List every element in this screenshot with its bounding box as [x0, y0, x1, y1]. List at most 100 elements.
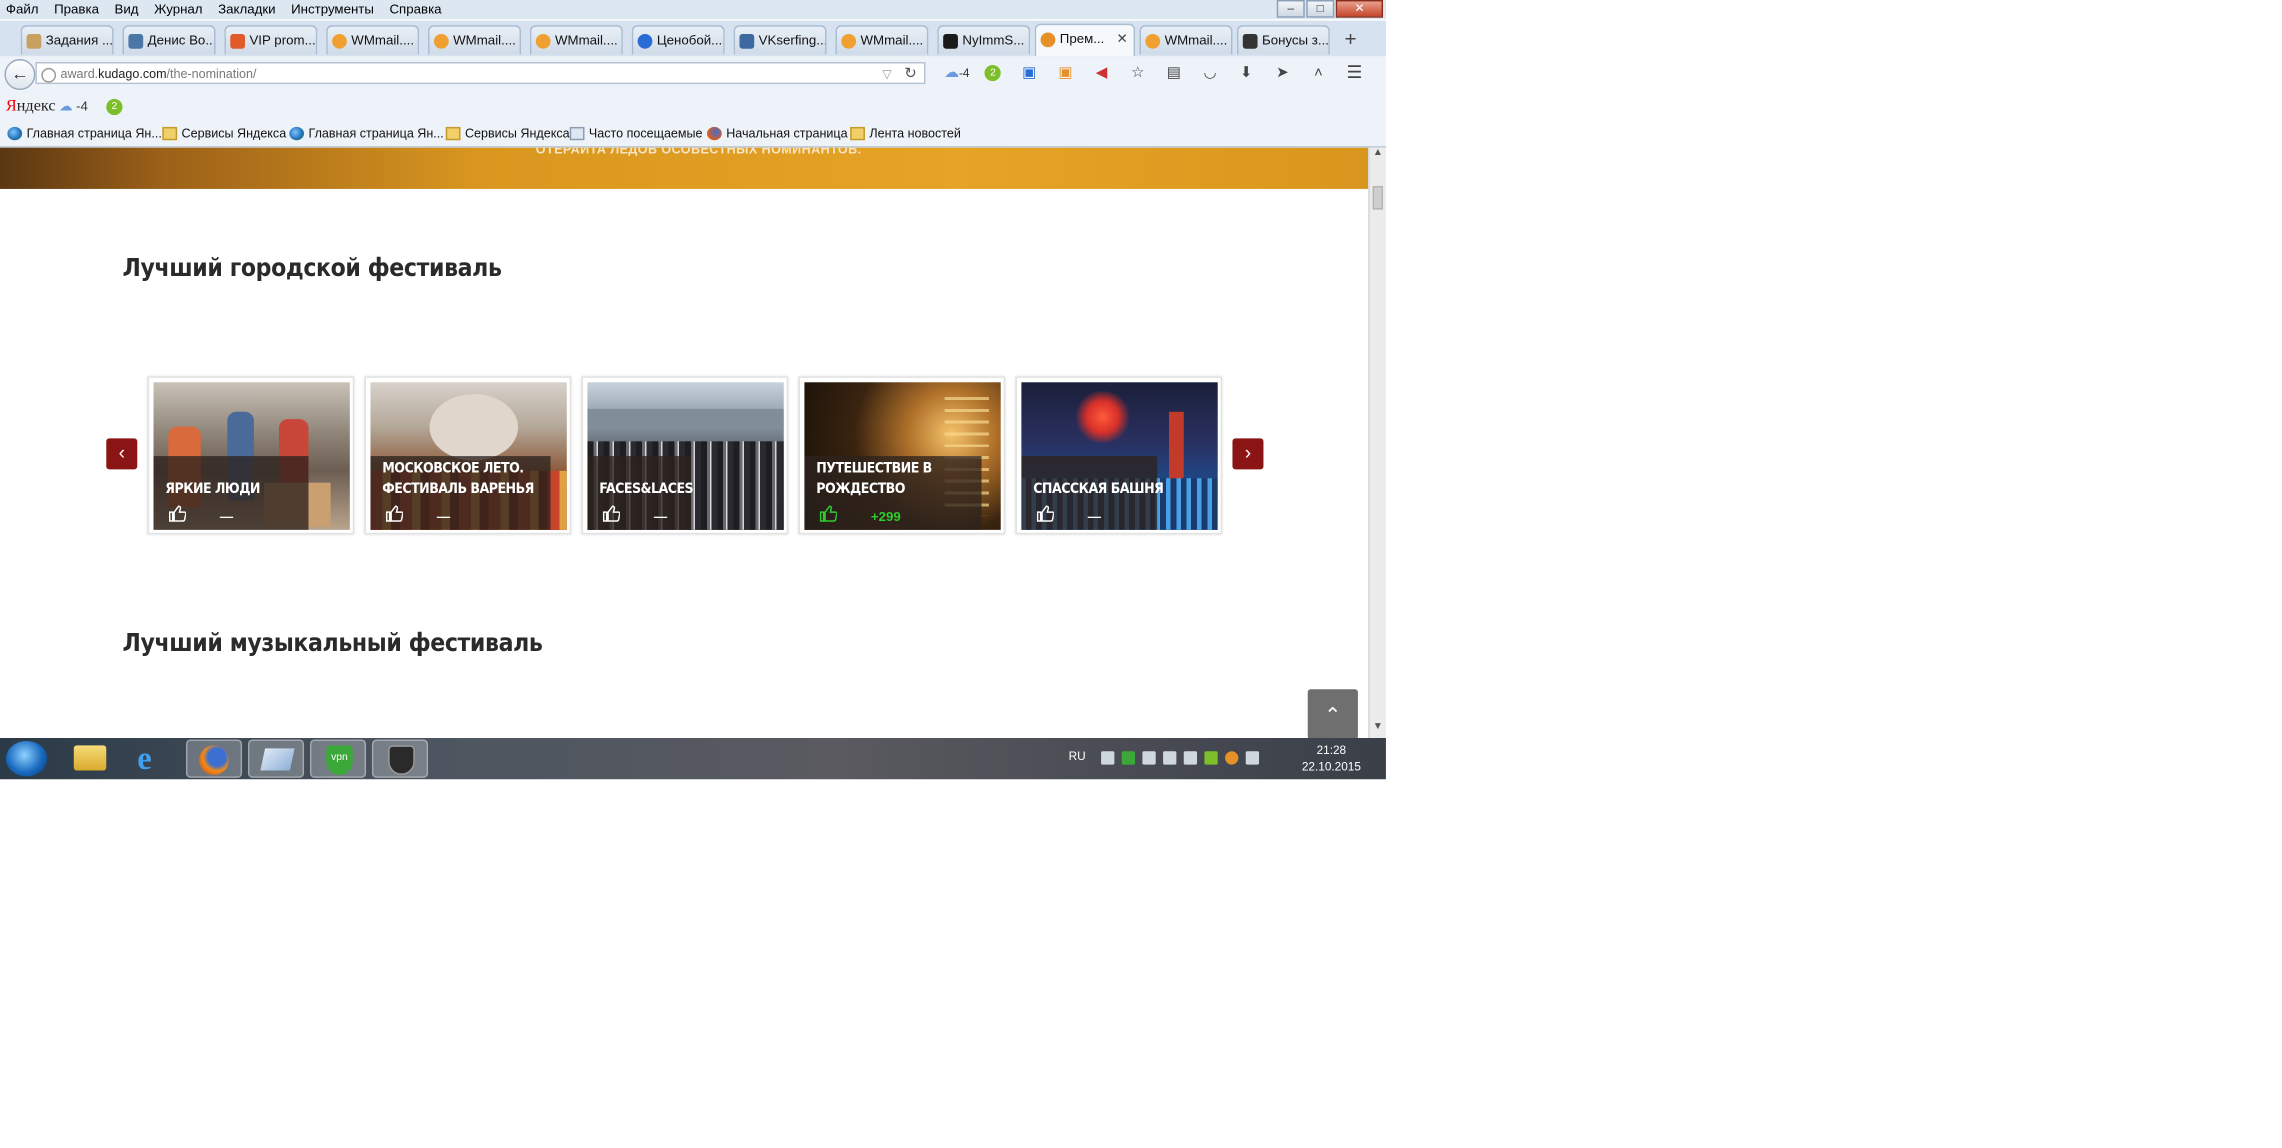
bookmark-most-visited[interactable]: Часто посещаемые	[569, 121, 703, 146]
address-bar[interactable]: award.kudago.com/the-nomination/ ▽ ↻	[35, 61, 926, 85]
thumbs-up-icon[interactable]	[1036, 505, 1054, 523]
tab-favicon-icon	[1242, 33, 1258, 49]
bookmark-label: Часто посещаемые	[588, 125, 703, 141]
tab-3[interactable]: VIP prom...	[224, 25, 318, 55]
bookmark-yandex-home-1[interactable]: Главная страница Ян...	[7, 121, 162, 146]
start-button[interactable]	[5, 740, 48, 777]
weather-icon[interactable]: ☁-4	[939, 64, 975, 80]
bookmark-yandex-home-2[interactable]: Главная страница Ян...	[289, 121, 444, 146]
thumbs-up-icon[interactable]	[385, 505, 403, 523]
scroll-down-icon[interactable]: ▼	[1370, 722, 1386, 738]
thumbs-up-icon[interactable]	[602, 505, 620, 523]
bookmark-start-page[interactable]: Начальная страница	[707, 121, 848, 146]
tab-9[interactable]: WMmail....	[835, 25, 929, 55]
page-scrollbar[interactable]: ▲ ▼	[1368, 147, 1386, 739]
maximize-button[interactable]: □	[1306, 0, 1335, 18]
yandex-mail-badge[interactable]: 2	[106, 98, 123, 116]
close-window-button[interactable]: ✕	[1335, 0, 1384, 18]
reload-icon[interactable]: ↻	[904, 63, 916, 85]
tab-2[interactable]: Денис Во...	[122, 25, 216, 55]
taskbar-world-of-tanks[interactable]	[371, 739, 429, 778]
language-indicator[interactable]: RU	[1069, 750, 1086, 763]
folder-icon	[162, 126, 178, 141]
power-icon[interactable]	[1204, 751, 1218, 765]
card-title: Спасская башня	[1033, 481, 1164, 498]
hamburger-menu-icon[interactable]: ☰	[1337, 62, 1373, 83]
back-button[interactable]: ←	[4, 59, 36, 91]
tray-app-h-icon[interactable]	[1121, 751, 1136, 765]
minimize-button[interactable]: –	[1276, 0, 1305, 18]
tab-8[interactable]: VKserfing...	[733, 25, 827, 55]
tab-1[interactable]: Задания ...	[20, 25, 114, 55]
tab-label: Задания ...	[45, 32, 114, 48]
volume-icon[interactable]	[1183, 751, 1198, 765]
taskbar-internet-explorer[interactable]: e	[124, 739, 180, 777]
banner-text: ОТЕРАИТА ЛЕДОВ ОСОВЕСТНЫХ НОМИНАНТОВ.	[535, 147, 862, 157]
extension-r-icon[interactable]: ▣	[1011, 64, 1047, 80]
site-identity-icon[interactable]	[41, 67, 57, 83]
taskbar-vpn[interactable]: vpn	[309, 739, 367, 778]
new-tab-button[interactable]: +	[1336, 25, 1366, 52]
bookmark-yandex-services-1[interactable]: Сервисы Яндекса	[162, 121, 286, 146]
tab-7[interactable]: Ценобой...	[631, 25, 725, 55]
action-center-flag-icon[interactable]	[1142, 751, 1156, 765]
yandex-logo[interactable]: Яндекс	[6, 92, 56, 122]
tab-label: NyImmS...	[962, 32, 1025, 48]
tab-favicon-icon	[128, 33, 144, 49]
menu-bookmarks[interactable]: Закладки	[218, 1, 275, 16]
menu-view[interactable]: Вид	[115, 1, 139, 16]
carousel-next-button[interactable]: ›	[1232, 438, 1264, 470]
tab-5[interactable]: WMmail....	[428, 25, 522, 55]
menu-edit[interactable]: Правка	[54, 1, 99, 16]
send-icon[interactable]: ➤	[1264, 64, 1300, 80]
scroll-to-top-button[interactable]: ⌃	[1307, 689, 1358, 739]
tab-active[interactable]: Прем... ✕	[1034, 23, 1136, 57]
menu-tools[interactable]: Инструменты	[291, 1, 374, 16]
windows-flag-icon[interactable]	[1101, 751, 1115, 765]
mail-badge-icon[interactable]: 2	[975, 63, 1011, 82]
card-score: —	[436, 509, 451, 524]
tab-6[interactable]: WMmail....	[529, 25, 623, 55]
scroll-up-icon[interactable]: ▲	[1370, 148, 1386, 164]
menu-file[interactable]: Файл	[6, 1, 39, 16]
pocket-icon[interactable]: ◡	[1192, 64, 1228, 80]
url-dropdown-icon[interactable]: ▽	[882, 63, 891, 85]
card-photo: Яркие люди —	[153, 382, 350, 530]
tray-orange-icon[interactable]	[1225, 751, 1239, 765]
thumbs-up-icon[interactable]	[819, 505, 837, 523]
taskbar-app-notes[interactable]	[247, 739, 305, 778]
clock[interactable]: 21:28 22.10.2015	[1302, 742, 1361, 774]
menu-help[interactable]: Справка	[389, 1, 441, 16]
tab-13[interactable]: Бонусы з...	[1236, 25, 1330, 55]
nominee-card[interactable]: Путешествие в Рождество +299	[798, 376, 1006, 535]
chevron-up-icon[interactable]: ˄	[1300, 64, 1336, 80]
nominee-card[interactable]: Faces&Laces —	[581, 376, 789, 535]
bookmark-news-feed[interactable]: Лента новостей	[850, 121, 961, 146]
tab-favicon-icon	[841, 33, 857, 49]
taskbar-firefox[interactable]	[185, 739, 243, 778]
clipboard-icon[interactable]: ▤	[1156, 64, 1192, 80]
menu-history[interactable]: Журнал	[154, 1, 202, 16]
star-bookmark-icon[interactable]: ☆	[1120, 64, 1156, 80]
nominee-card[interactable]: Московское лето. Фестиваль варенья —	[364, 376, 572, 535]
nominee-card[interactable]: Яркие люди —	[147, 376, 355, 535]
toolbar-icons: ☁-4 2 ▣ ▣ ◀ ☆ ▤ ◡ ⬇ ➤ ˄ ☰	[939, 62, 1373, 83]
taskbar-explorer[interactable]	[62, 739, 118, 777]
yandex-weather[interactable]: ☁ -4	[59, 92, 88, 122]
tray-monitor-icon[interactable]	[1245, 751, 1260, 765]
close-tab-icon[interactable]: ✕	[1117, 25, 1128, 53]
tab-4[interactable]: WMmail....	[326, 25, 420, 55]
network-signal-icon[interactable]	[1163, 751, 1177, 765]
bookmark-yandex-services-2[interactable]: Сервисы Яндекса	[445, 121, 570, 146]
speaker-icon[interactable]: ◀	[1083, 64, 1119, 80]
extension-orange-icon[interactable]: ▣	[1047, 64, 1083, 80]
yandex-logo-first: Я	[5, 97, 17, 116]
carousel-prev-button[interactable]: ‹	[106, 438, 138, 470]
download-icon[interactable]: ⬇	[1228, 64, 1264, 80]
scrollbar-thumb[interactable]	[1372, 185, 1384, 210]
nominee-card[interactable]: Спасская башня —	[1015, 376, 1223, 535]
tab-favicon-icon	[433, 33, 449, 49]
tab-12[interactable]: WMmail....	[1139, 25, 1233, 55]
thumbs-up-icon[interactable]	[168, 505, 186, 523]
tab-10[interactable]: NyImmS...	[937, 25, 1031, 55]
